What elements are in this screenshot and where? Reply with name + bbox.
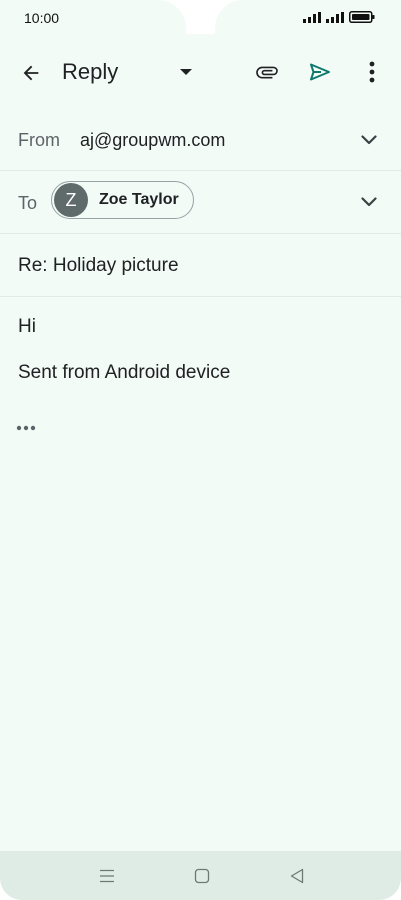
chevron-down-icon <box>361 197 377 207</box>
send-icon <box>310 63 330 81</box>
show-quoted-text-button[interactable] <box>16 420 40 436</box>
signal-icon <box>326 11 344 23</box>
navigation-bar <box>0 851 401 900</box>
more-vert-icon <box>369 61 375 83</box>
body-text-signature[interactable]: Sent from Android device <box>18 362 230 384</box>
more-horiz-icon <box>16 425 36 431</box>
back-button[interactable] <box>14 56 48 90</box>
from-label: From <box>18 130 60 150</box>
paperclip-icon <box>256 66 278 79</box>
arrow-back-icon <box>23 65 39 81</box>
signal-icon <box>303 11 321 23</box>
menu-icon <box>100 869 114 883</box>
chevron-down-icon <box>361 135 377 145</box>
square-icon <box>194 868 210 884</box>
attach-button[interactable] <box>251 56 283 88</box>
subject-field[interactable]: Re: Holiday picture <box>18 255 179 277</box>
from-address[interactable]: aj@groupwm.com <box>80 130 225 151</box>
to-row: To Z Zoe Taylor <box>0 171 401 234</box>
status-bar: 10:00 <box>0 0 401 34</box>
phone-screen: 10:00 Reply From aj@groupwm.com To Z Zoe… <box>0 0 401 900</box>
send-button[interactable] <box>304 56 336 88</box>
recent-apps-button[interactable] <box>96 865 118 887</box>
subject-row[interactable]: Re: Holiday picture <box>0 234 401 297</box>
battery-icon <box>349 11 375 23</box>
page-title: Reply <box>62 59 119 84</box>
to-expand-button[interactable] <box>357 190 381 214</box>
more-options-button[interactable] <box>358 56 386 88</box>
from-expand-button[interactable] <box>357 128 381 152</box>
to-label: To <box>18 193 38 213</box>
caret-down-icon <box>180 69 192 75</box>
from-row: From aj@groupwm.com <box>0 110 401 171</box>
avatar: Z <box>54 183 88 217</box>
status-icons <box>303 11 375 23</box>
app-bar: Reply <box>0 34 401 110</box>
triangle-back-icon <box>290 868 304 884</box>
home-button[interactable] <box>191 865 213 887</box>
system-back-button[interactable] <box>286 865 308 887</box>
recipient-chip[interactable]: Z Zoe Taylor <box>51 181 194 219</box>
recipient-name: Zoe Taylor <box>99 191 179 208</box>
body-text-greeting[interactable]: Hi <box>18 316 36 338</box>
status-time: 10:00 <box>24 10 60 26</box>
title-dropdown-button[interactable] <box>174 60 198 84</box>
